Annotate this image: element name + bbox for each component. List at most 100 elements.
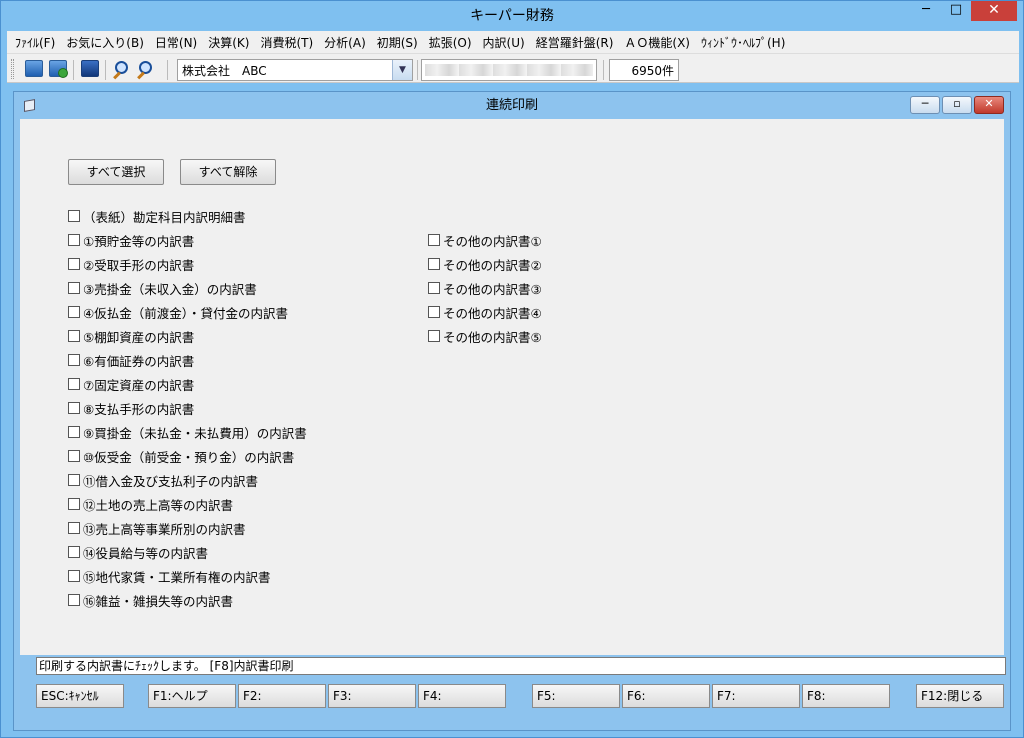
dialog-close-button[interactable]: ✕ — [974, 96, 1004, 114]
checkbox-box[interactable] — [68, 306, 80, 318]
toolbar-separator — [105, 60, 106, 80]
f1-help-button[interactable]: F1:ヘルプ — [148, 684, 236, 708]
menu-compass[interactable]: 経営羅針盤(R) — [532, 34, 621, 51]
f5-button[interactable]: F5: — [532, 684, 620, 708]
maximize-button[interactable]: □ — [941, 1, 971, 21]
zoom-out-icon[interactable] — [135, 60, 153, 78]
chevron-down-icon[interactable]: ▼ — [392, 60, 412, 80]
menu-initial[interactable]: 初期(S) — [373, 34, 425, 51]
menu-favorites[interactable]: お気に入り(B) — [62, 34, 151, 51]
f6-button[interactable]: F6: — [622, 684, 710, 708]
checkbox-label: その他の内訳書④ — [443, 305, 542, 321]
esc-cancel-button[interactable]: ESC:ｷｬﾝｾﾙ — [36, 684, 124, 708]
f3-button[interactable]: F3: — [328, 684, 416, 708]
checkbox-box[interactable] — [68, 522, 80, 534]
checkbox-box[interactable] — [68, 570, 80, 582]
checkbox-item-14[interactable]: ⑭役員給与等の内訳書 — [68, 544, 208, 561]
company-select[interactable]: 株式会社 ABC ▼ — [177, 59, 413, 81]
checkbox-other-2[interactable]: その他の内訳書② — [428, 256, 542, 273]
f7-button[interactable]: F7: — [712, 684, 800, 708]
checkbox-box[interactable] — [428, 282, 440, 294]
checkbox-box[interactable] — [68, 282, 80, 294]
checkbox-box[interactable] — [68, 330, 80, 342]
period-field — [421, 59, 597, 81]
checkbox-box[interactable] — [68, 402, 80, 414]
checkbox-item-6[interactable]: ⑥有価証券の内訳書 — [68, 352, 194, 369]
main-window: キーパー財務 ─ □ ✕ ﾌｧｲﾙ(F) お気に入り(B) 日常(N) 決算(K… — [0, 0, 1024, 738]
record-count-field: 6950件 — [609, 59, 679, 81]
checkbox-item-2[interactable]: ②受取手形の内訳書 — [68, 256, 194, 273]
menu-breakdown[interactable]: 内訳(U) — [479, 34, 532, 51]
checkbox-box[interactable] — [428, 306, 440, 318]
menu-daily[interactable]: 日常(N) — [151, 34, 204, 51]
checkbox-item-3[interactable]: ③売掛金（未収入金）の内訳書 — [68, 280, 257, 297]
checkbox-box[interactable] — [68, 546, 80, 558]
deselect-all-button[interactable]: すべて解除 — [180, 159, 276, 185]
checkbox-box[interactable] — [68, 378, 80, 390]
checkbox-label: ⑫土地の売上高等の内訳書 — [83, 497, 234, 513]
toolbar-separator — [417, 60, 418, 80]
dialog-restore-button[interactable]: ▫ — [942, 96, 972, 114]
checkbox-label: その他の内訳書③ — [443, 281, 542, 297]
checkbox-box[interactable] — [428, 258, 440, 270]
menu-analysis[interactable]: 分析(A) — [320, 34, 373, 51]
checkbox-box[interactable] — [68, 450, 80, 462]
checkbox-item-8[interactable]: ⑧支払手形の内訳書 — [68, 400, 194, 417]
display-icon[interactable] — [81, 60, 99, 77]
checkbox-label: ③売掛金（未収入金）の内訳書 — [83, 281, 257, 297]
checkbox-item-16[interactable]: ⑯雑益・雑損失等の内訳書 — [68, 592, 234, 609]
checkbox-other-4[interactable]: その他の内訳書④ — [428, 304, 542, 321]
checkbox-box[interactable] — [428, 234, 440, 246]
checkbox-other-1[interactable]: その他の内訳書① — [428, 232, 542, 249]
checkbox-box[interactable] — [68, 234, 80, 246]
checkbox-label: ⑤棚卸資産の内訳書 — [83, 329, 195, 345]
checkbox-box[interactable] — [428, 330, 440, 342]
select-all-button[interactable]: すべて選択 — [68, 159, 164, 185]
checkbox-box[interactable] — [68, 474, 80, 486]
checkbox-box[interactable] — [68, 426, 80, 438]
menu-window-help[interactable]: ｳｨﾝﾄﾞｳ･ﾍﾙﾌﾟ(H) — [697, 34, 792, 51]
close-button[interactable]: ✕ — [971, 1, 1017, 21]
checkbox-label: ④仮払金（前渡金）・貸付金の内訳書 — [83, 305, 288, 321]
checkbox-item-15[interactable]: ⑮地代家賃・工業所有権の内訳書 — [68, 568, 271, 585]
f4-button[interactable]: F4: — [418, 684, 506, 708]
checkbox-label: ⑨買掛金（未払金・未払費用）の内訳書 — [83, 425, 307, 441]
checkbox-item-4[interactable]: ④仮払金（前渡金）・貸付金の内訳書 — [68, 304, 288, 321]
checkbox-other-5[interactable]: その他の内訳書⑤ — [428, 328, 542, 345]
checkbox-label: ⑯雑益・雑損失等の内訳書 — [83, 593, 234, 609]
dialog-title: 連続印刷 — [485, 98, 538, 113]
screen-icon[interactable] — [25, 60, 43, 77]
checkbox-label: ⑪借入金及び支払利子の内訳書 — [83, 473, 259, 489]
toolbar-separator — [73, 60, 74, 80]
toolbar-grip[interactable] — [11, 59, 14, 79]
checkbox-box[interactable] — [68, 498, 80, 510]
menu-extension[interactable]: 拡張(O) — [425, 34, 479, 51]
checkbox-cover[interactable]: （表紙）勘定科目内訳明細書 — [68, 208, 246, 225]
f12-close-button[interactable]: F12:閉じる — [916, 684, 1004, 708]
f2-button[interactable]: F2: — [238, 684, 326, 708]
menu-consumption-tax[interactable]: 消費税(T) — [256, 34, 320, 51]
dialog-minimize-button[interactable]: ─ — [910, 96, 940, 114]
checkbox-item-13[interactable]: ⑬売上高等事業所別の内訳書 — [68, 520, 246, 537]
screen-add-icon[interactable] — [49, 60, 68, 78]
checkbox-item-7[interactable]: ⑦固定資産の内訳書 — [68, 376, 194, 393]
redacted-text — [425, 64, 593, 76]
checkbox-item-12[interactable]: ⑫土地の売上高等の内訳書 — [68, 496, 234, 513]
checkbox-item-11[interactable]: ⑪借入金及び支払利子の内訳書 — [68, 472, 259, 489]
checkbox-box[interactable] — [68, 594, 80, 606]
menu-ao-functions[interactable]: ＡＯ機能(X) — [620, 34, 697, 51]
checkbox-box[interactable] — [68, 354, 80, 366]
checkbox-label: ⑩仮受金（前受金・預り金）の内訳書 — [83, 449, 295, 465]
checkbox-other-3[interactable]: その他の内訳書③ — [428, 280, 542, 297]
menu-file[interactable]: ﾌｧｲﾙ(F) — [11, 34, 62, 51]
zoom-in-icon[interactable] — [111, 60, 129, 78]
f8-button[interactable]: F8: — [802, 684, 890, 708]
minimize-button[interactable]: ─ — [911, 1, 941, 21]
checkbox-box[interactable] — [68, 258, 80, 270]
checkbox-item-10[interactable]: ⑩仮受金（前受金・預り金）の内訳書 — [68, 448, 295, 465]
checkbox-box[interactable] — [68, 210, 80, 222]
checkbox-item-9[interactable]: ⑨買掛金（未払金・未払費用）の内訳書 — [68, 424, 307, 441]
menu-closing[interactable]: 決算(K) — [204, 34, 256, 51]
checkbox-item-5[interactable]: ⑤棚卸資産の内訳書 — [68, 328, 195, 345]
checkbox-item-1[interactable]: ①預貯金等の内訳書 — [68, 232, 194, 249]
